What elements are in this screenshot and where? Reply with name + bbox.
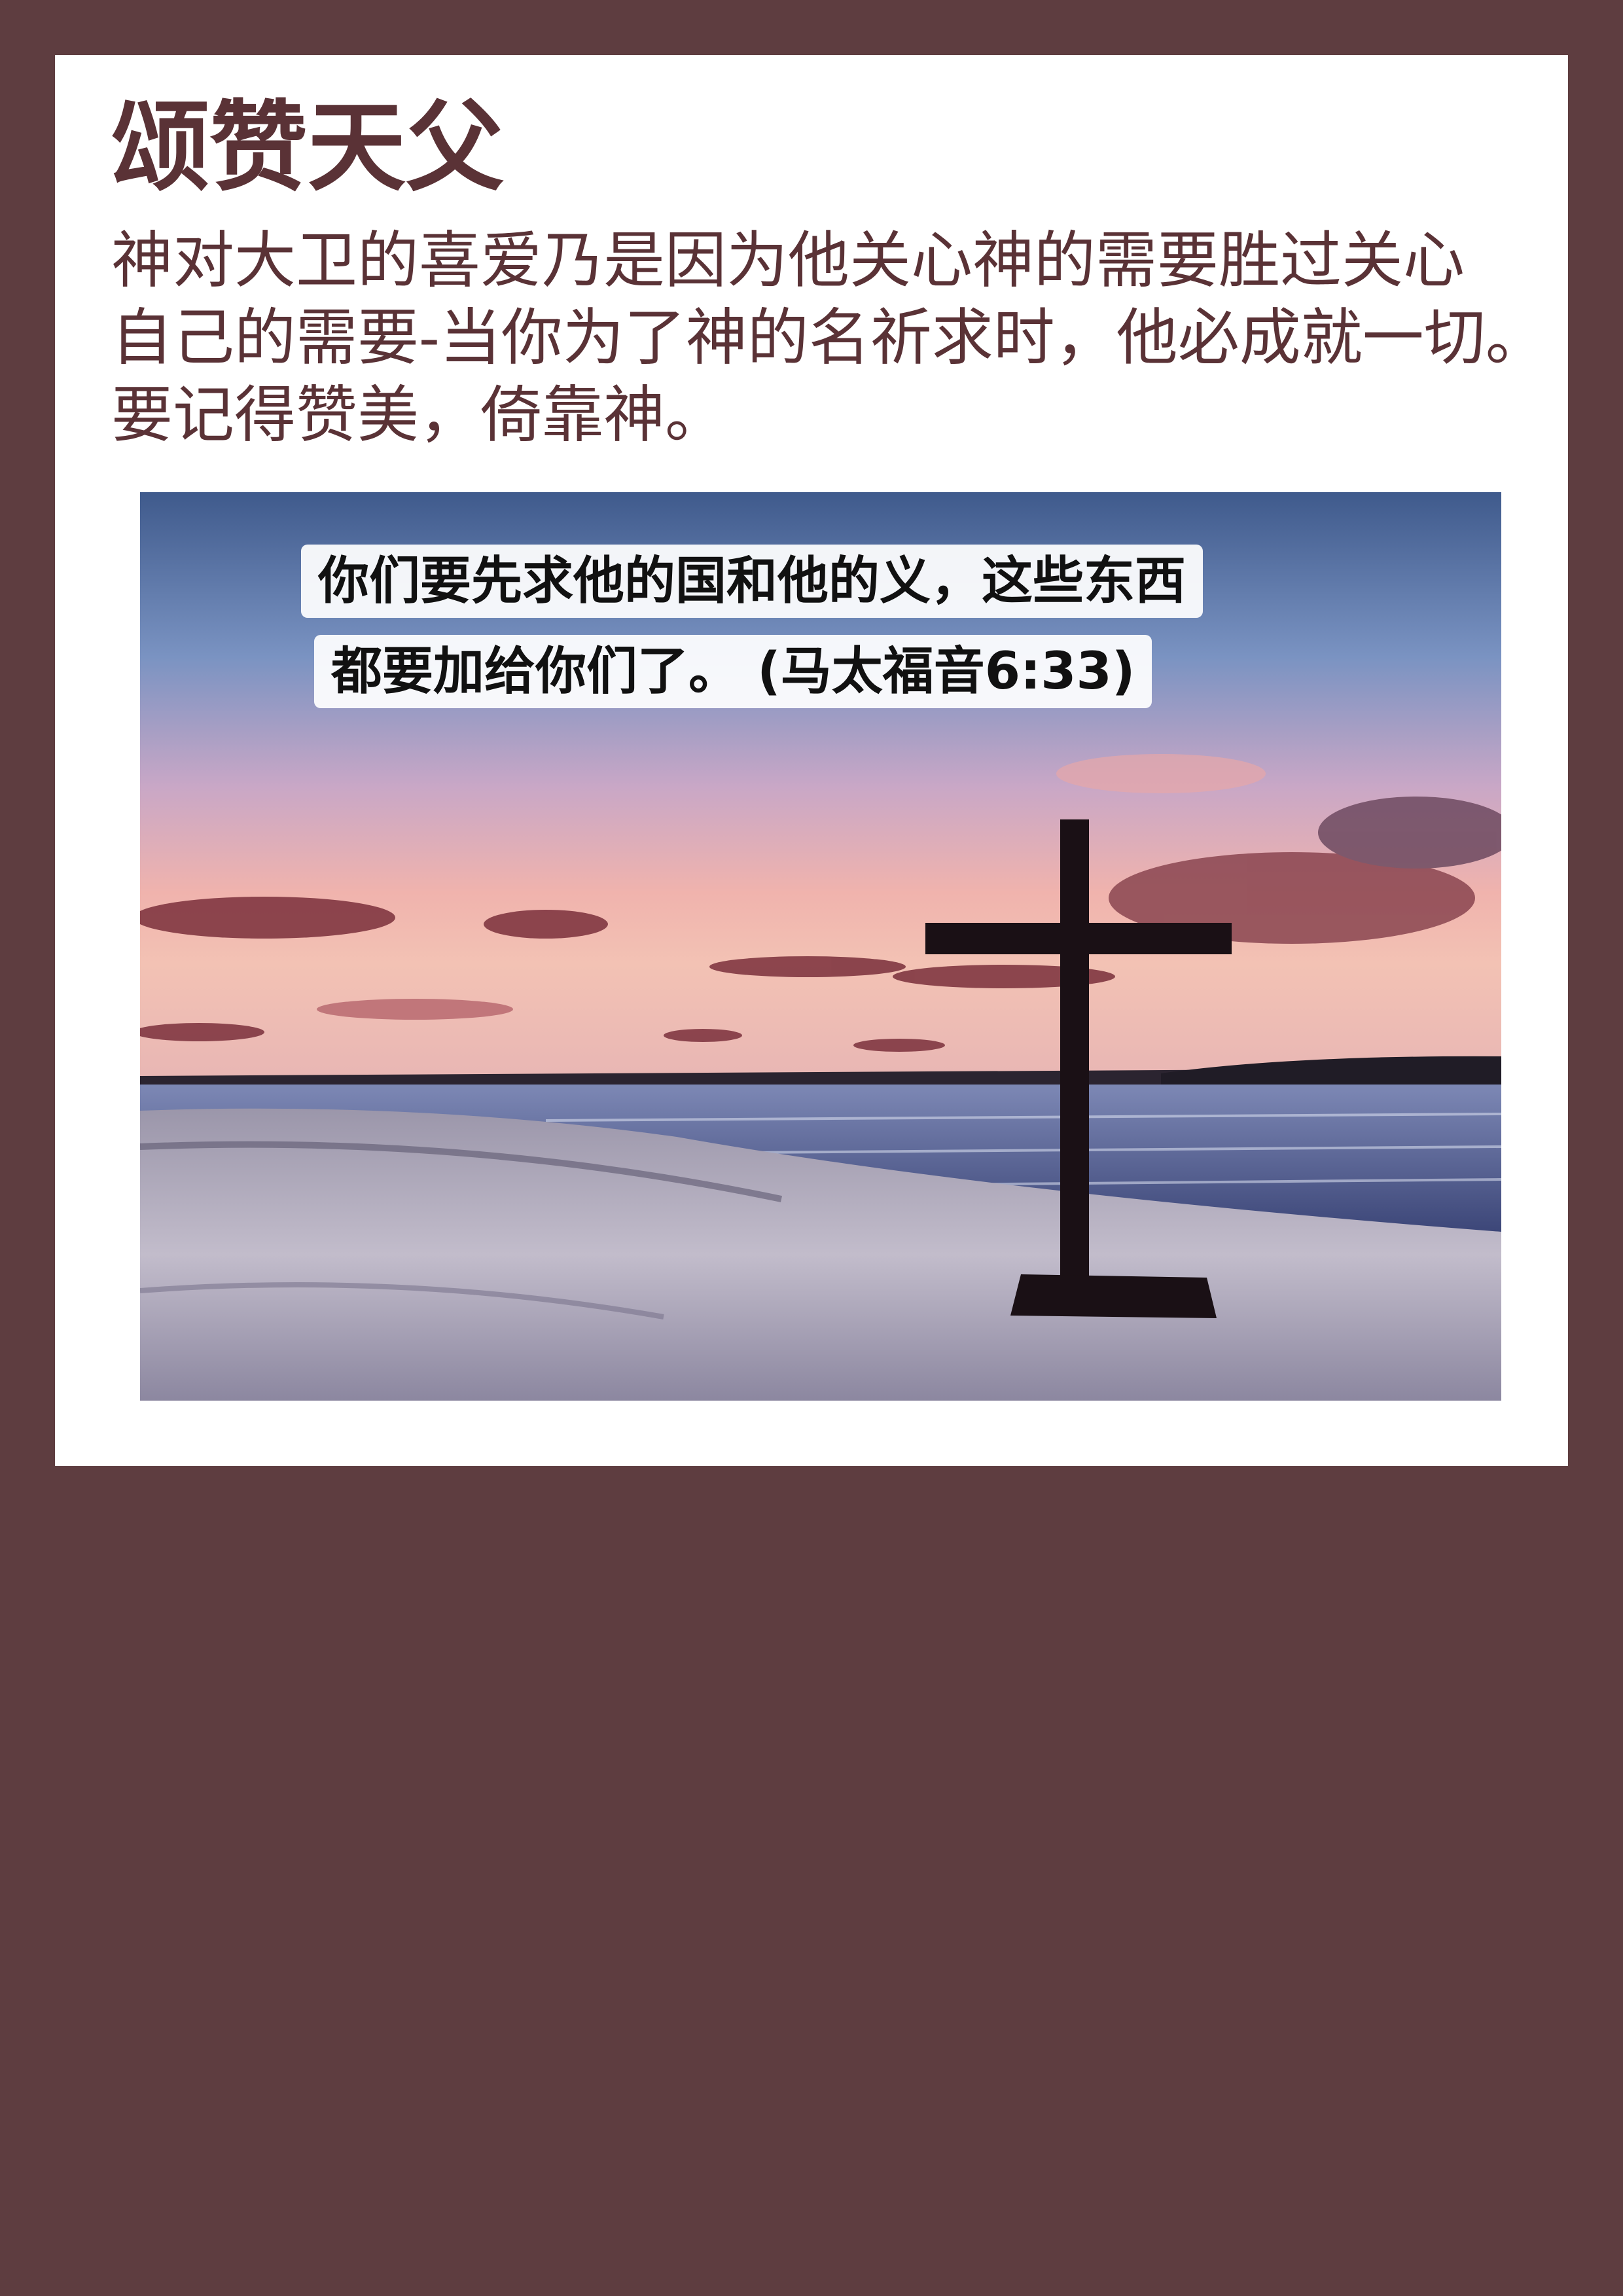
- sunset-scene-illustration: [140, 492, 1501, 1401]
- cross-beach-image: 你们要先求他的国和他的义，这些东西 都要加给你们了。 (马太福音6:33): [140, 492, 1501, 1401]
- content-card: 颂赞天父 神对大卫的喜爱乃是因为他关心神的需要胜过关心 自己的需要-当你为了神的…: [55, 55, 1568, 1466]
- upper-cloud: [1056, 754, 1266, 793]
- page-title: 颂赞天父: [111, 90, 505, 205]
- devotional-paragraph: 神对大卫的喜爱乃是因为他关心神的需要胜过关心 自己的需要-当你为了神的名祈求时，…: [111, 223, 1547, 454]
- image-caption-line-2: 都要加给你们了。 (马太福音6:33): [314, 635, 1152, 708]
- paragraph-line-3: 要记得赞美，倚靠神。: [111, 380, 727, 451]
- paragraph-line-1: 神对大卫的喜爱乃是因为他关心神的需要胜过关心: [111, 225, 1465, 296]
- image-caption-line-1: 你们要先求他的国和他的义，这些东西: [301, 545, 1204, 618]
- paragraph-line-2: 自己的需要-当你为了神的名祈求时，他必成就一切。: [111, 302, 1547, 374]
